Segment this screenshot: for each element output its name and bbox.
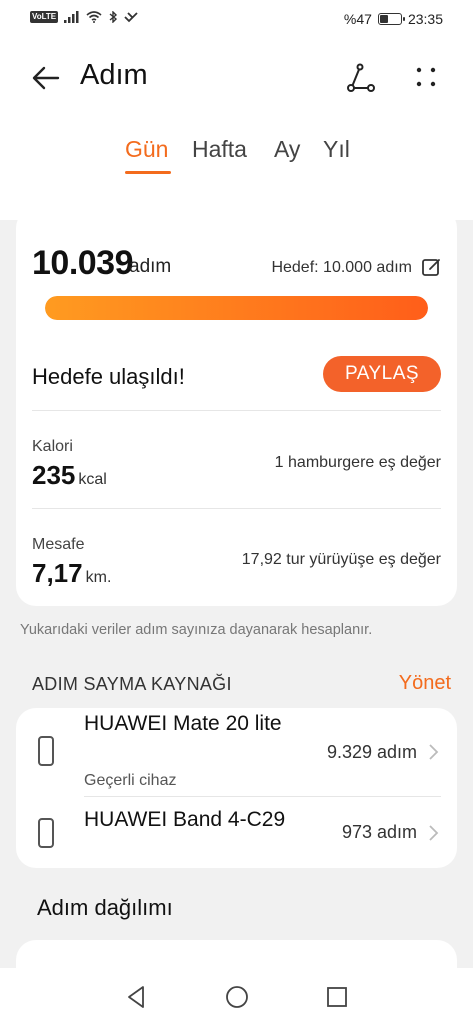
tab-day[interactable]: Gün: [125, 136, 168, 163]
distance-number: 7,17: [32, 558, 83, 588]
status-left: VoLTE: [30, 11, 138, 23]
nav-home-icon[interactable]: [224, 984, 250, 1010]
calorie-equivalent: 1 hamburgere eş değer: [274, 454, 441, 471]
source-section-title: ADIM SAYMA KAYNAĞI: [32, 674, 232, 694]
page-title: Adım: [80, 59, 148, 91]
data-note: Yukarıdaki veriler adım sayınıza dayanar…: [20, 622, 373, 638]
tab-week[interactable]: Hafta: [192, 136, 247, 163]
chevron-right-icon: [429, 744, 439, 760]
period-tabs: Gün Hafta Ay Yıl: [0, 136, 473, 176]
calorie-number: 235: [32, 460, 76, 490]
active-tab-indicator: [125, 171, 171, 174]
calorie-value: 235 kcal: [32, 460, 107, 491]
divider: [32, 508, 441, 509]
band-icon: [38, 818, 54, 848]
progress-fill: [45, 296, 428, 320]
nav-back-icon[interactable]: [124, 984, 150, 1010]
distance-unit: km.: [85, 569, 112, 586]
step-count: 10.039: [32, 244, 134, 282]
nfc-icon: [124, 12, 138, 23]
device-status: Geçerli cihaz: [84, 772, 177, 789]
divider: [32, 410, 441, 411]
distance-value: 7,17 km.: [32, 558, 111, 589]
device-row-band[interactable]: HUAWEI Band 4-C29 973 adım: [16, 796, 457, 868]
wifi-icon: [86, 11, 102, 23]
device-name: HUAWEI Band 4-C29: [84, 808, 286, 831]
manage-link[interactable]: Yönet: [399, 672, 451, 695]
goal-text: Hedef: 10.000 adım: [271, 259, 412, 276]
step-unit: adım: [129, 256, 172, 277]
route-share-icon[interactable]: [345, 62, 377, 94]
tab-month[interactable]: Ay: [274, 136, 300, 163]
device-name: HUAWEI Mate 20 lite: [84, 712, 282, 735]
more-dots-icon[interactable]: [410, 62, 442, 94]
battery-icon: [377, 13, 405, 25]
calorie-unit: kcal: [78, 471, 107, 488]
device-row-phone[interactable]: HUAWEI Mate 20 lite Geçerli cihaz 9.329 …: [16, 708, 457, 796]
chevron-right-icon: [429, 825, 439, 841]
device-steps: 9.329 adım: [326, 742, 417, 762]
calorie-label: Kalori: [32, 438, 73, 455]
summary-card: 10.039 adım Hedef: 10.000 adım Hedefe ul…: [16, 208, 457, 606]
bluetooth-icon: [109, 11, 118, 23]
share-button[interactable]: PAYLAŞ: [323, 356, 441, 392]
clock: 23:35: [407, 11, 443, 27]
device-steps: 973 adım: [341, 822, 417, 842]
tab-year[interactable]: Yıl: [323, 136, 350, 163]
back-arrow-icon[interactable]: [30, 62, 62, 94]
device-list-card: HUAWEI Mate 20 lite Geçerli cihaz 9.329 …: [16, 708, 457, 868]
distance-equivalent: 17,92 tur yürüyüşe eş değer: [241, 551, 441, 568]
distance-label: Mesafe: [32, 536, 85, 553]
system-nav-bar: [0, 968, 473, 1024]
edit-goal-icon[interactable]: [421, 257, 441, 277]
distribution-title: Adım dağılımı: [37, 895, 173, 920]
volte-badge: VoLTE: [30, 11, 59, 23]
status-bar: VoLTE %47 23:35: [0, 0, 473, 40]
status-right: %47 23:35: [344, 11, 443, 27]
nav-recents-icon[interactable]: [324, 984, 350, 1010]
goal-reached-text: Hedefe ulaşıldı!: [32, 364, 185, 389]
app-header: Adım Gün Hafta Ay Yıl: [0, 40, 473, 220]
goal-progress-bar: [45, 296, 428, 320]
phone-icon: [38, 736, 54, 766]
battery-percent: %47: [343, 11, 372, 27]
signal-icon: [64, 11, 79, 23]
